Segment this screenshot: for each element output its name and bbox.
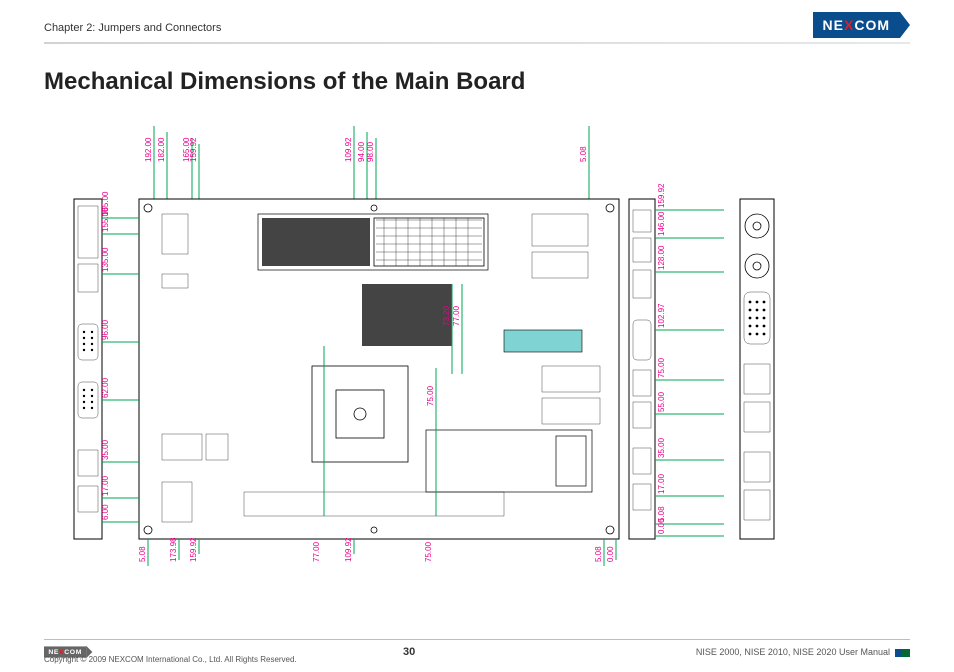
dimension-label: 96.00: [101, 319, 110, 340]
dimension-label: 62.00: [101, 377, 110, 398]
page-footer: NEXCOM Copyright © 2009 NEXCOM Internati…: [44, 639, 910, 662]
left-io-panel: [74, 199, 102, 539]
ide-connector: [504, 330, 582, 352]
manual-page: Chapter 2: Jumpers and Connectors NEXCOM…: [0, 0, 954, 672]
dimension-label: 75.00: [426, 385, 435, 406]
brand-text-post: COM: [854, 17, 890, 33]
copyright-text: Copyright © 2009 NEXCOM International Co…: [44, 655, 297, 664]
cpu-socket: [312, 366, 408, 462]
main-board: [139, 199, 619, 539]
sodimm-slot: [258, 214, 488, 270]
dimension-label: 159.92: [189, 137, 198, 162]
dimension-label: 102.97: [657, 303, 666, 328]
board-drawing: 192.00182.00165.00159.92109.9294.0098.00…: [44, 114, 910, 574]
header-rule: [44, 42, 910, 44]
dimension-label: 192.00: [144, 137, 153, 162]
doc-title: NISE 2000, NISE 2010, NISE 2020 User Man…: [696, 647, 910, 657]
dimension-label: 35.00: [657, 437, 666, 458]
dimension-label: 159.92: [189, 537, 198, 562]
dimension-label: 109.92: [344, 137, 353, 162]
dimension-label: 155.00: [101, 207, 110, 232]
dimension-label: 135.00: [101, 247, 110, 272]
drawing-wrapper: 192.00182.00165.00159.92109.9294.0098.00…: [44, 104, 910, 574]
dimension-label: 73.20: [442, 305, 451, 326]
page-header: Chapter 2: Jumpers and Connectors NEXCOM: [44, 18, 910, 38]
dimension-label: 5.08: [579, 146, 588, 162]
dimension-label: 17.00: [657, 473, 666, 494]
dimension-label: 77.00: [312, 541, 321, 562]
dimension-lines-top: [154, 126, 589, 202]
dimension-label: 35.00: [101, 439, 110, 460]
dimension-label: 5.08: [594, 546, 603, 562]
page-title: Mechanical Dimensions of the Main Board: [44, 68, 910, 96]
right-io-onboard: [629, 199, 655, 539]
dimension-label: 146.00: [657, 211, 666, 236]
dimension-label: 6.00: [101, 504, 110, 520]
chapter-breadcrumb: Chapter 2: Jumpers and Connectors: [44, 22, 221, 34]
dimension-label: 109.92: [344, 537, 353, 562]
footer-square-green-icon: [902, 649, 910, 657]
dimension-label: 55.00: [657, 391, 666, 412]
dimension-label: 75.00: [657, 357, 666, 378]
dimension-label: 0.00: [606, 546, 615, 562]
dimension-label: 159.92: [657, 183, 666, 208]
dimension-label: 0.00: [657, 518, 666, 534]
dimension-label: 17.00: [101, 475, 110, 496]
page-number: 30: [403, 646, 415, 658]
dimension-label: 128.00: [657, 245, 666, 270]
dimension-label: 98.00: [366, 141, 375, 162]
dimension-label: 94.00: [357, 141, 366, 162]
dimension-label: 182.00: [157, 137, 166, 162]
brand-text-x: X: [844, 17, 854, 33]
right-io-panel: [740, 199, 774, 539]
dimension-label: 77.00: [452, 305, 461, 326]
dimension-label: 75.00: [424, 541, 433, 562]
brand-logo: NEXCOM: [813, 12, 910, 38]
brand-text-pre: NE: [823, 17, 844, 33]
dimension-label: 173.98: [169, 537, 178, 562]
dimension-label: 5.08: [138, 546, 147, 562]
chipset-heatsink: [362, 284, 452, 346]
